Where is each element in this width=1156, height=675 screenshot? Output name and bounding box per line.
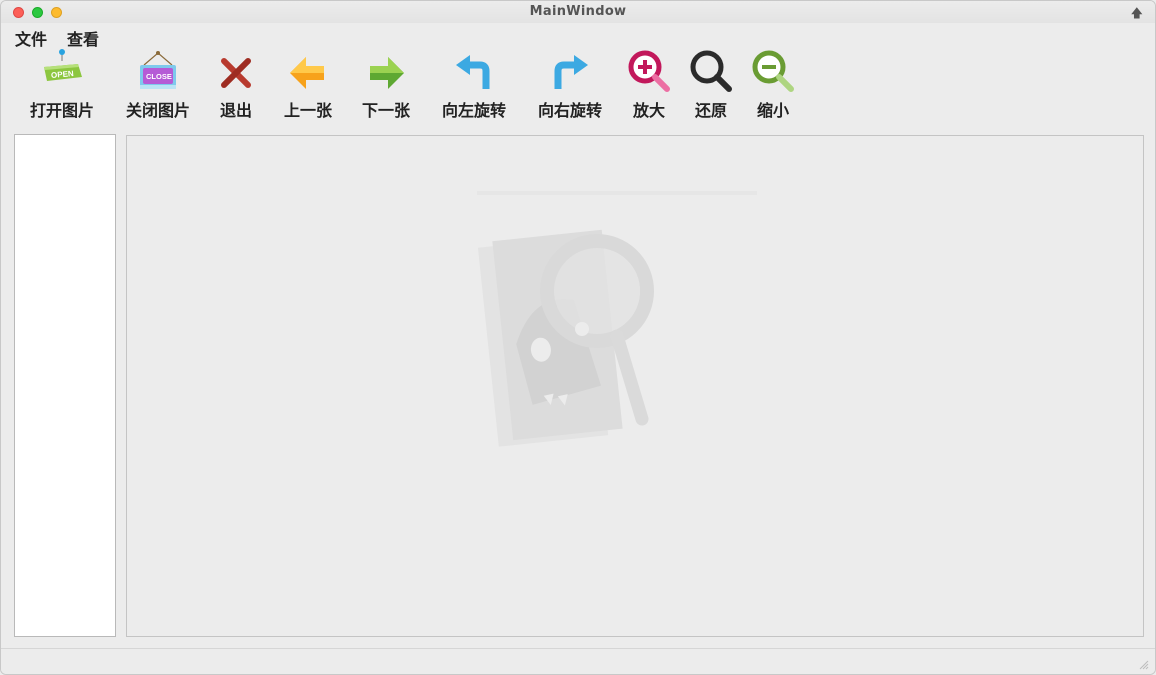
zoom-in-button[interactable]: 放大 <box>625 47 673 123</box>
quit-button[interactable]: 退出 <box>212 47 260 123</box>
restore-button[interactable]: 还原 <box>687 47 735 123</box>
magnifier-icon <box>687 47 735 95</box>
arrow-right-icon <box>362 47 410 95</box>
restore-label: 还原 <box>694 101 727 120</box>
status-bar <box>1 648 1155 674</box>
title-bar: MainWindow 🡅 <box>1 1 1155 23</box>
open-sign-icon: OPEN <box>38 47 86 95</box>
quit-label: 退出 <box>219 101 252 120</box>
toolbar: OPEN 打开图片 CLOSE 关闭图片 退出 上一张 下一张 向左旋转 向右旋… <box>1 47 1155 123</box>
close-image-label: 关闭图片 <box>125 101 190 120</box>
svg-text:CLOSE: CLOSE <box>146 72 172 81</box>
window-title: MainWindow <box>529 4 627 19</box>
pin-icon[interactable]: 🡅 <box>1131 4 1143 25</box>
zoom-out-icon <box>749 47 797 95</box>
image-placeholder-icon <box>377 191 797 475</box>
resize-grip-icon[interactable] <box>1139 660 1149 670</box>
thumbnail-list[interactable] <box>14 134 116 637</box>
close-image-button[interactable]: CLOSE 关闭图片 <box>119 47 197 123</box>
x-icon <box>212 47 260 95</box>
close-sign-icon: CLOSE <box>134 47 182 95</box>
zoom-in-label: 放大 <box>632 101 665 120</box>
rotate-right-label: 向右旋转 <box>537 101 602 120</box>
zoom-in-icon <box>625 47 673 95</box>
menu-bar: 文件 查看 <box>1 23 1155 49</box>
rotate-left-label: 向左旋转 <box>441 101 506 120</box>
zoom-out-label: 缩小 <box>756 101 789 120</box>
arrow-left-icon <box>284 47 332 95</box>
rotate-left-icon <box>450 47 498 95</box>
rotate-right-button[interactable]: 向右旋转 <box>533 47 607 123</box>
open-image-button[interactable]: OPEN 打开图片 <box>23 47 101 123</box>
svg-text:OPEN: OPEN <box>51 69 75 80</box>
next-label: 下一张 <box>361 101 410 120</box>
next-button[interactable]: 下一张 <box>357 47 415 123</box>
zoom-out-button[interactable]: 缩小 <box>749 47 797 123</box>
main-window: MainWindow 🡅 文件 查看 OPEN 打开图片 CLOSE 关闭图片 … <box>0 0 1156 675</box>
image-viewer[interactable] <box>126 135 1144 637</box>
rotate-right-icon <box>546 47 594 95</box>
previous-button[interactable]: 上一张 <box>279 47 337 123</box>
previous-label: 上一张 <box>283 101 332 120</box>
open-image-label: 打开图片 <box>29 101 94 120</box>
rotate-left-button[interactable]: 向左旋转 <box>437 47 511 123</box>
